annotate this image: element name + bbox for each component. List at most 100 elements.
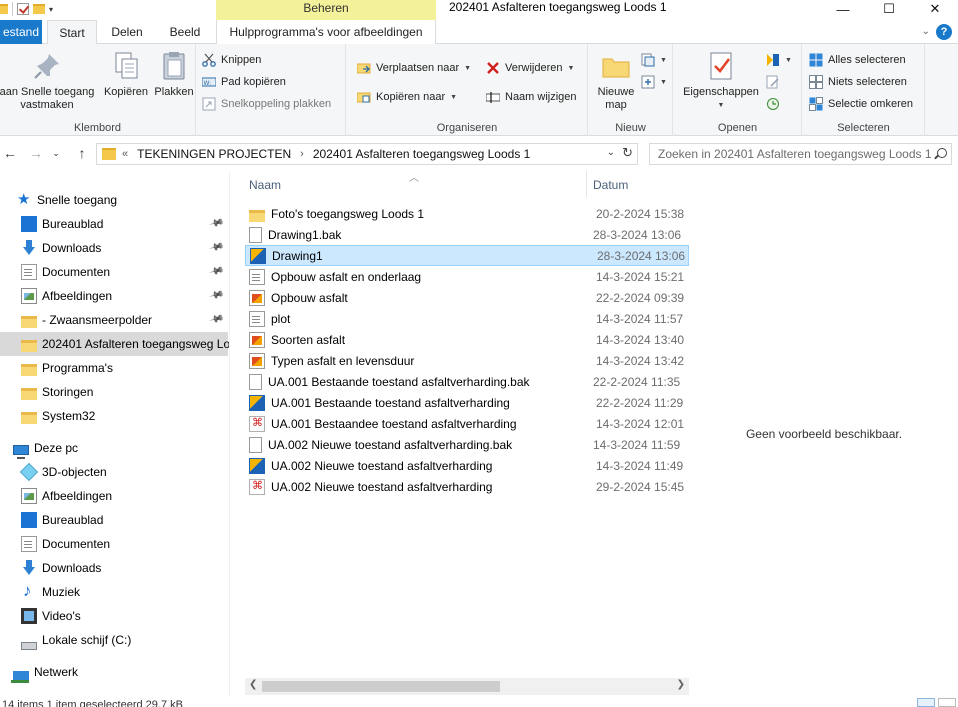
sidebar-item-folder[interactable]: System32 bbox=[0, 404, 228, 428]
new-folder-button[interactable]: Nieuwe map bbox=[593, 50, 639, 112]
folder-icon[interactable] bbox=[0, 4, 8, 14]
cut-button[interactable]: Knippen bbox=[202, 50, 261, 70]
sidebar-item-folder[interactable]: Programma's bbox=[0, 356, 228, 380]
pin-icon[interactable]: 📌 bbox=[208, 216, 224, 232]
search-input[interactable]: Zoeken in 202401 Asfalteren toegangsweg … bbox=[649, 143, 952, 165]
file-row[interactable]: Opbouw asfalt 22-2-2024 09:39 bbox=[245, 287, 689, 308]
breadcrumb-segment[interactable]: 202401 Asfalteren toegangsweg Loods 1 bbox=[313, 147, 531, 161]
easy-access-button[interactable]: ▼ bbox=[641, 72, 667, 92]
scroll-left-icon[interactable]: ❮ bbox=[249, 679, 257, 690]
scroll-right-icon[interactable]: ❯ bbox=[677, 679, 685, 690]
properties-check-icon[interactable] bbox=[17, 3, 29, 15]
file-row[interactable]: Soorten asfalt 14-3-2024 13:40 bbox=[245, 329, 689, 350]
sidebar-item-videos[interactable]: Video's bbox=[0, 604, 228, 628]
file-row[interactable]: UA.002 Nieuwe toestand asfaltverharding 1… bbox=[245, 455, 689, 476]
pin-icon[interactable]: 📌 bbox=[208, 264, 224, 280]
properties-button[interactable]: Eigenschappen ▼ bbox=[676, 50, 766, 112]
pin-icon[interactable]: 📌 bbox=[208, 288, 224, 304]
chevron-down-icon[interactable]: ▾ bbox=[49, 5, 53, 14]
file-row[interactable]: UA.001 Bestaande toestand asfaltverhardi… bbox=[245, 371, 689, 392]
folder-icon bbox=[21, 388, 37, 400]
minimize-button[interactable]: — bbox=[820, 0, 866, 18]
scrollbar-thumb[interactable] bbox=[262, 681, 500, 692]
file-row[interactable]: Drawing1 28-3-2024 13:06 bbox=[245, 245, 689, 266]
close-button[interactable]: ✕ bbox=[912, 0, 958, 18]
tab-file[interactable]: estand bbox=[0, 20, 42, 44]
sidebar-item-downloads[interactable]: Downloads bbox=[0, 556, 228, 580]
breadcrumb-separator[interactable]: › bbox=[300, 148, 304, 160]
file-row[interactable]: Opbouw asfalt en onderlaag 14-3-2024 15:2… bbox=[245, 266, 689, 287]
sidebar-item-3d-objects[interactable]: 3D-objecten bbox=[0, 460, 228, 484]
pin-icon[interactable]: 📌 bbox=[208, 240, 224, 256]
file-row[interactable]: plot 14-3-2024 11:57 bbox=[245, 308, 689, 329]
sidebar-item-pictures[interactable]: Afbeeldingen bbox=[0, 484, 228, 508]
pin-icon[interactable]: 📌 bbox=[208, 312, 224, 328]
sidebar-item-folder[interactable]: 202401 Asfalteren toegangsweg Loo bbox=[0, 332, 229, 356]
select-all-button[interactable]: Alles selecteren bbox=[809, 50, 906, 70]
nav-quick-access[interactable]: Snelle toegang bbox=[0, 188, 228, 212]
sidebar-item-desktop[interactable]: Bureaublad 📌 bbox=[0, 212, 228, 236]
file-row[interactable]: Drawing1.bak 28-3-2024 13:06 bbox=[245, 224, 689, 245]
column-date-header[interactable]: Datum bbox=[593, 178, 628, 192]
sidebar-item-music[interactable]: Muziek bbox=[0, 580, 228, 604]
sidebar-item-documents[interactable]: Documenten 📌 bbox=[0, 260, 228, 284]
copy-button[interactable]: Kopiëren bbox=[102, 50, 150, 99]
breadcrumb-segment[interactable]: TEKENINGEN PROJECTEN bbox=[137, 147, 291, 161]
preview-message: Geen voorbeeld beschikbaar. bbox=[745, 427, 903, 441]
file-date: 14-3-2024 15:21 bbox=[596, 269, 685, 284]
delete-button[interactable]: Verwijderen ▼ bbox=[486, 58, 574, 78]
rename-button[interactable]: Naam wijzigen bbox=[485, 87, 577, 107]
back-arrow-icon[interactable]: ← bbox=[0, 145, 20, 161]
history-button[interactable] bbox=[766, 94, 780, 114]
chevron-down-icon[interactable]: ⌄ bbox=[922, 26, 930, 37]
file-name: UA.002 Nieuwe toestand asfaltverharding.… bbox=[268, 437, 513, 452]
nav-network[interactable]: Netwerk bbox=[0, 660, 228, 684]
recent-chevron-icon[interactable]: ⌄ bbox=[46, 148, 66, 159]
sidebar-item-drive[interactable]: Lokale schijf (C:) bbox=[0, 628, 228, 652]
tab-share[interactable]: Delen bbox=[102, 20, 152, 44]
edit-button[interactable] bbox=[766, 72, 780, 92]
copy-to-button[interactable]: Kopiëren naar ▼ bbox=[356, 87, 457, 107]
folder-icon bbox=[21, 364, 37, 376]
tiles-view-icon[interactable] bbox=[938, 698, 956, 707]
file-row[interactable]: Typen asfalt en levensduur 14-3-2024 13:4… bbox=[245, 350, 689, 371]
file-row[interactable]: UA.001 Bestaande toestand asfaltverhardi… bbox=[245, 392, 689, 413]
horizontal-scrollbar[interactable]: ❮ ❯ bbox=[245, 678, 689, 695]
breadcrumb-overflow[interactable]: « bbox=[122, 148, 128, 160]
nav-this-pc[interactable]: Deze pc bbox=[0, 436, 228, 460]
address-bar[interactable]: « TEKENINGEN PROJECTEN › 202401 Asfalter… bbox=[96, 143, 638, 165]
tab-view[interactable]: Beeld bbox=[160, 20, 210, 44]
copy-path-button[interactable]: W: Pad kopiëren bbox=[201, 72, 286, 92]
new-folder-icon[interactable] bbox=[33, 4, 45, 14]
move-to-button[interactable]: Verplaatsen naar ▼ bbox=[356, 58, 471, 78]
file-date: 14-3-2024 11:49 bbox=[596, 458, 684, 473]
file-row[interactable]: UA.001 Bestaandee toestand asfaltverhard… bbox=[245, 413, 689, 434]
sidebar-item-desktop[interactable]: Bureaublad bbox=[0, 508, 228, 532]
invert-selection-button[interactable]: Selectie omkeren bbox=[809, 94, 913, 114]
tab-start[interactable]: Start bbox=[47, 20, 97, 45]
sidebar-item-folder[interactable]: - Zwaansmeerpolder 📌 bbox=[0, 308, 228, 332]
paste-shortcut-button[interactable]: Snelkoppeling plakken bbox=[202, 94, 331, 114]
refresh-icon[interactable]: ↻ bbox=[622, 145, 633, 161]
up-arrow-icon[interactable]: ↑ bbox=[72, 145, 92, 161]
sidebar-item-documents[interactable]: Documenten bbox=[0, 532, 228, 556]
sidebar-item-pictures[interactable]: Afbeeldingen 📌 bbox=[0, 284, 228, 308]
column-name-header[interactable]: Naam bbox=[249, 178, 281, 192]
tab-picture-tools[interactable]: Hulpprogramma's voor afbeeldingen bbox=[216, 20, 436, 44]
chevron-down-icon[interactable]: ⌄ bbox=[607, 147, 615, 158]
file-row[interactable]: Foto's toegangsweg Loods 1 20-2-2024 15:3… bbox=[245, 203, 689, 224]
maximize-button[interactable]: ☐ bbox=[866, 0, 912, 18]
new-item-button[interactable]: ▼ bbox=[641, 50, 667, 70]
help-icon[interactable]: ? bbox=[936, 24, 952, 40]
details-view-icon[interactable] bbox=[917, 698, 935, 707]
column-divider[interactable] bbox=[586, 171, 587, 197]
sidebar-item-downloads[interactable]: Downloads 📌 bbox=[0, 236, 228, 260]
file-row[interactable]: UA.002 Nieuwe toestand asfaltverharding 2… bbox=[245, 476, 689, 497]
select-none-button[interactable]: Niets selecteren bbox=[809, 72, 907, 92]
sidebar-item-folder[interactable]: Storingen bbox=[0, 380, 228, 404]
pin-quick-access-button[interactable]: aan Snelle toegang vastmaken bbox=[0, 50, 100, 112]
paste-button[interactable]: Plakken bbox=[152, 50, 196, 99]
open-button[interactable]: ▼ bbox=[766, 50, 792, 70]
file-row[interactable]: UA.002 Nieuwe toestand asfaltverharding.… bbox=[245, 434, 689, 455]
forward-arrow-icon[interactable]: → bbox=[26, 145, 46, 161]
